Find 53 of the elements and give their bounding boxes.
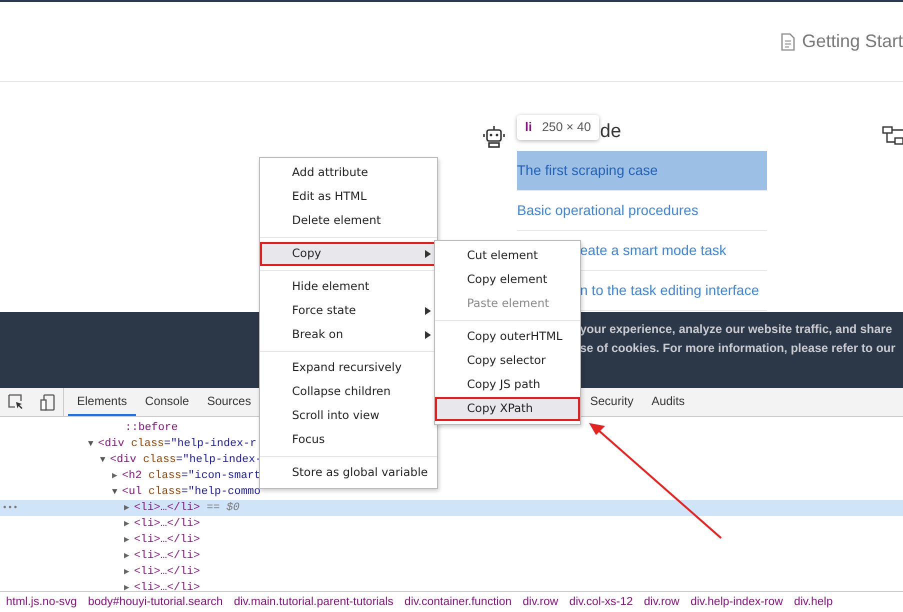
devtools-tab[interactable]: Sources (198, 388, 260, 416)
breadcrumb[interactable]: div.main.tutorial.parent-tutorials (234, 594, 394, 612)
tutorial-link[interactable]: Basic operational procedures (517, 191, 767, 231)
flowchart-icon (882, 125, 903, 147)
devtools-tab[interactable]: Security (581, 388, 642, 416)
dom-node-line[interactable]: ▶ <li>…</li> (124, 534, 200, 546)
dom-node-line[interactable]: ▶ <li>…</li> (124, 550, 200, 562)
menu-item[interactable]: Break on (260, 323, 437, 347)
menu-item[interactable]: Copy outerHTML (435, 325, 580, 349)
menu-item[interactable]: Collapse children (260, 380, 437, 404)
menu-item[interactable]: Copy selector (435, 349, 580, 373)
dom-node-line[interactable]: ::before (125, 422, 178, 434)
dom-node-line[interactable]: ▼ <div class="help-index-r (88, 438, 256, 450)
dom-node-line[interactable]: ▼ <ul class="help-commo (112, 486, 261, 498)
menu-item[interactable]: Focus (260, 428, 437, 452)
devtools-tab[interactable]: Elements (68, 388, 136, 416)
menu-item[interactable]: Copy JS path (435, 373, 580, 397)
dom-node-line[interactable]: ▶ <li>…</li> (124, 566, 200, 578)
inspect-icon (8, 394, 24, 410)
devtools-tab[interactable]: Audits (642, 388, 694, 416)
device-icon (40, 394, 55, 410)
dom-node-line[interactable]: ▶ <h2 class="icon-smart (112, 470, 261, 482)
tooltip-tag: li (525, 118, 532, 137)
robot-icon (482, 124, 506, 150)
section-heading: de (600, 120, 622, 144)
tooltip-size: 250 × 40 (542, 119, 591, 136)
menu-item[interactable]: Expand recursively (260, 356, 437, 380)
breadcrumb[interactable]: div.container.function (404, 594, 512, 612)
breadcrumb[interactable]: html.js.no-svg (6, 594, 77, 612)
menu-item[interactable]: Force state (260, 299, 437, 323)
cookie-notice-text: se of cookies. For more information, please refer to our (580, 340, 896, 357)
dom-node-line[interactable]: ▶ <li>…</li> (124, 582, 200, 594)
breadcrumb[interactable]: div.row (644, 594, 680, 612)
breadcrumb[interactable]: div.help-index-row (690, 594, 783, 612)
breadcrumb[interactable]: body#houyi-tutorial.search (88, 594, 223, 612)
dom-node-line[interactable]: ▶ <li>…</li> == $0 (124, 502, 240, 514)
menu-item[interactable]: Edit as HTML (260, 185, 437, 209)
menu-item[interactable]: Delete element (260, 209, 437, 233)
dom-node-line[interactable]: ▶ <li>…</li> (124, 518, 200, 530)
menu-item[interactable]: Scroll into view (260, 404, 437, 428)
breadcrumb[interactable]: div.help (794, 594, 833, 612)
dom-node-line[interactable]: ▼ <div class="help-index- (100, 454, 262, 466)
menu-item[interactable]: Copy (260, 242, 437, 266)
breadcrumb[interactable]: div.row (522, 594, 558, 612)
getting-started-link[interactable]: Getting Start (802, 28, 903, 55)
menu-item[interactable]: Store as global variable (260, 461, 437, 485)
menu-item[interactable]: Add attribute (260, 161, 437, 185)
devtools-tab[interactable]: Console (136, 388, 198, 416)
breadcrumb[interactable]: div.col-xs-12 (569, 594, 633, 612)
cookie-notice-text: your experience, analyze our website traffic, and share (580, 321, 894, 338)
menu-item[interactable]: Copy XPath (435, 397, 580, 421)
document-icon (780, 32, 796, 50)
menu-item[interactable]: Hide element (260, 275, 437, 299)
